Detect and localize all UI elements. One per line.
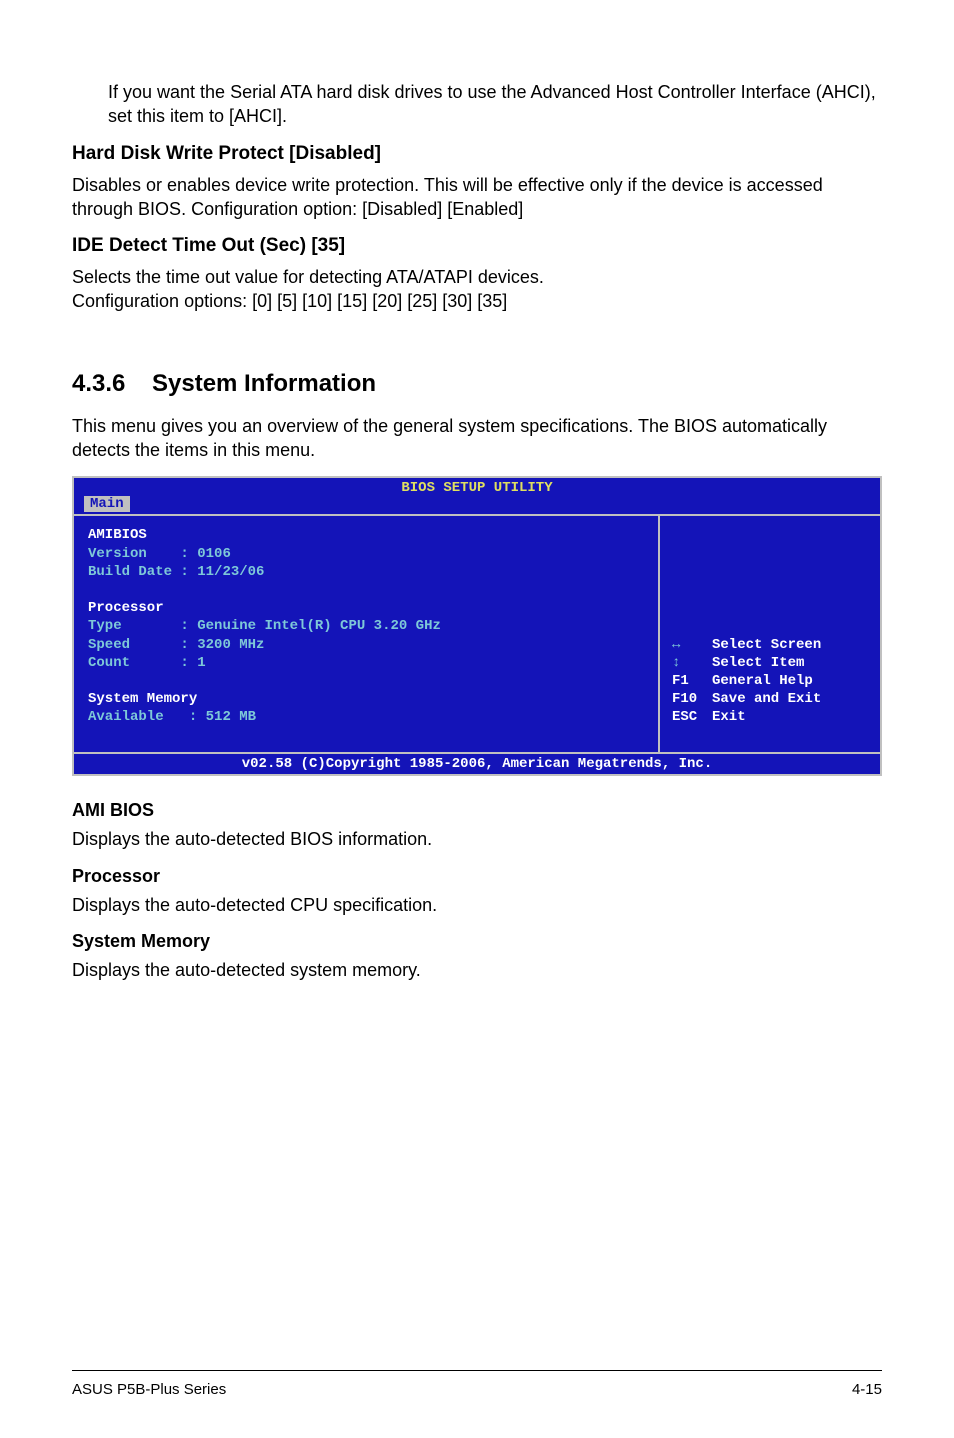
bios-right-panel: ↔Select Screen ↕Select Item F1General He… (660, 516, 880, 752)
bios-key-f1: F1 (672, 672, 712, 690)
bios-help-save-exit: Save and Exit (712, 691, 821, 707)
bios-version-value: 0106 (197, 546, 231, 562)
bios-processor-label: Processor (88, 600, 164, 616)
para-processor: Displays the auto-detected CPU specifica… (72, 893, 882, 917)
bios-help-row: ↕Select Item (672, 654, 870, 672)
page-footer: ASUS P5B-Plus Series 4-15 (72, 1370, 882, 1398)
heading-processor: Processor (72, 866, 882, 887)
bios-key-esc: ESC (672, 708, 712, 726)
bios-help-select-item: Select Item (712, 655, 804, 671)
arrows-lr-icon: ↔ (672, 636, 712, 654)
bios-help-row: ESCExit (672, 708, 870, 726)
para-hard-disk-write-protect: Disables or enables device write protect… (72, 173, 882, 222)
bios-type-value: Genuine Intel(R) CPU 3.20 GHz (197, 618, 441, 634)
para-ami-bios: Displays the auto-detected BIOS informat… (72, 827, 882, 851)
footer-right: 4-15 (852, 1381, 882, 1398)
bios-tab-main: Main (84, 496, 130, 512)
heading-number: 4.3.6 (72, 370, 152, 398)
bios-count-value: 1 (197, 655, 205, 671)
footer-left: ASUS P5B-Plus Series (72, 1381, 226, 1398)
bios-title: BIOS SETUP UTILITY (74, 478, 880, 496)
bios-builddate-value: 11/23/06 (197, 564, 264, 580)
arrows-ud-icon: ↕ (672, 654, 712, 672)
bios-memory-label: System Memory (88, 691, 197, 707)
heading-title: System Information (152, 370, 376, 397)
heading-system-memory: System Memory (72, 931, 882, 952)
bios-builddate-label: Build Date (88, 564, 172, 580)
heading-ami-bios: AMI BIOS (72, 800, 882, 821)
heading-system-information: 4.3.6System Information (72, 370, 882, 398)
bios-key-f10: F10 (672, 690, 712, 708)
bios-body: AMIBIOS Version : 0106 Build Date : 11/2… (74, 514, 880, 752)
para-system-information-intro: This menu gives you an overview of the g… (72, 414, 882, 463)
bios-amibios-label: AMIBIOS (88, 527, 147, 543)
bios-type-label: Type (88, 618, 122, 634)
bios-help-row: ↔Select Screen (672, 636, 870, 654)
bios-help-row: F10Save and Exit (672, 690, 870, 708)
intro-paragraph: If you want the Serial ATA hard disk dri… (108, 80, 882, 129)
para-ide-detect-time-out: Selects the time out value for detecting… (72, 265, 882, 314)
bios-speed-value: 3200 MHz (197, 637, 264, 653)
bios-screenshot: BIOS SETUP UTILITY Main AMIBIOS Version … (72, 476, 882, 776)
para-system-memory: Displays the auto-detected system memory… (72, 958, 882, 982)
heading-ide-detect-time-out: IDE Detect Time Out (Sec) [35] (72, 235, 882, 257)
bios-left-panel: AMIBIOS Version : 0106 Build Date : 11/2… (74, 516, 660, 752)
bios-count-label: Count (88, 655, 130, 671)
bios-available-label: Available (88, 709, 164, 725)
bios-version-label: Version (88, 546, 147, 562)
heading-hard-disk-write-protect: Hard Disk Write Protect [Disabled] (72, 143, 882, 165)
bios-help-general-help: General Help (712, 673, 813, 689)
bios-speed-label: Speed (88, 637, 130, 653)
bios-help-exit: Exit (712, 709, 746, 725)
bios-available-value: 512 MB (206, 709, 256, 725)
bios-footer: v02.58 (C)Copyright 1985-2006, American … (74, 752, 880, 774)
bios-help-row: F1General Help (672, 672, 870, 690)
bios-help-select-screen: Select Screen (712, 637, 821, 653)
